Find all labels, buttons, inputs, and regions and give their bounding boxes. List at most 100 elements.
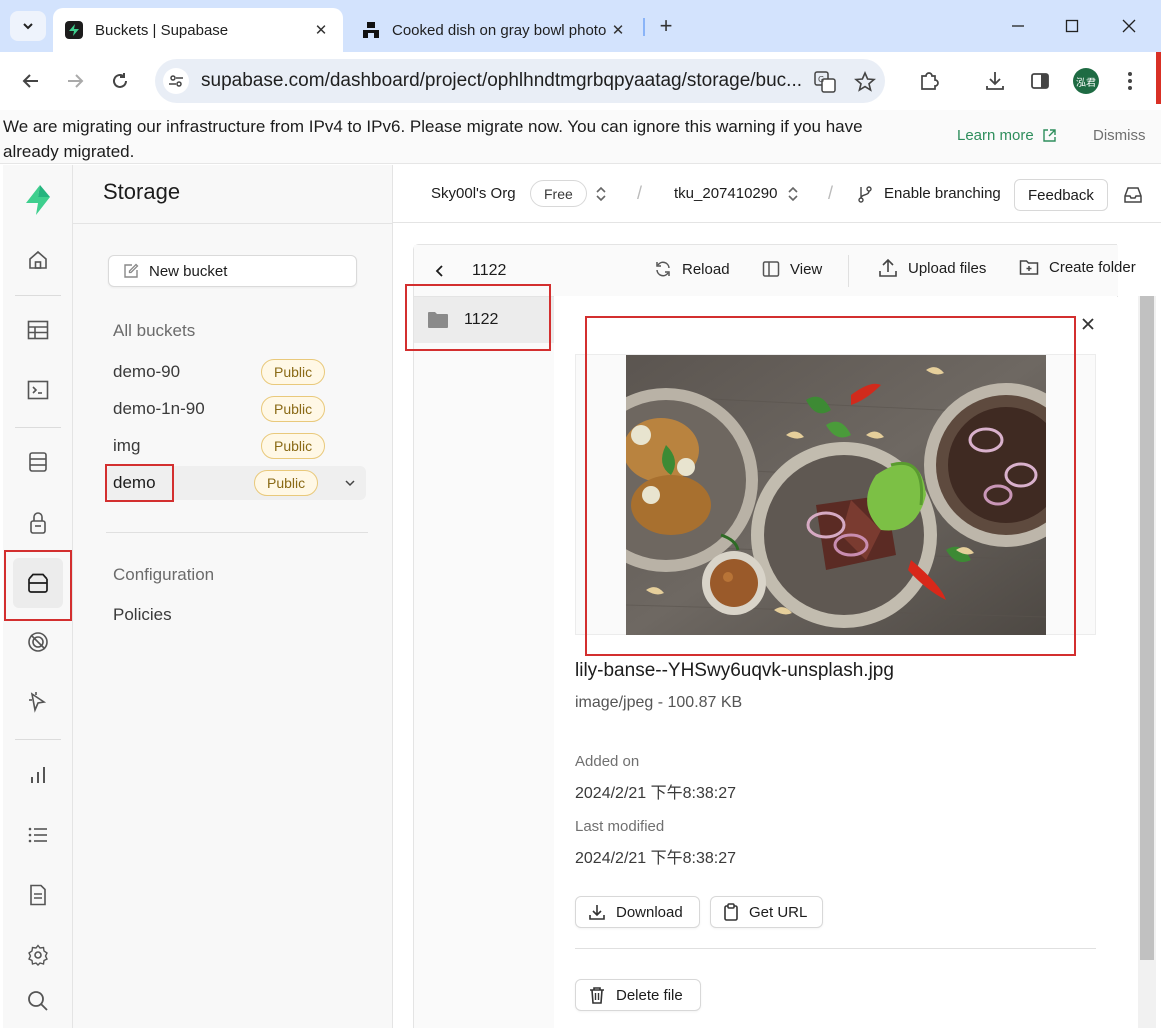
main-icon-sidebar (3, 165, 73, 1028)
close-tab-icon[interactable]: ✕ (311, 20, 331, 40)
clipboard-icon (724, 903, 738, 921)
get-url-button[interactable]: Get URL (710, 896, 823, 928)
close-icon[interactable] (1082, 318, 1094, 330)
image-preview (575, 354, 1096, 635)
download-button[interactable]: Download (575, 896, 700, 928)
chevron-down-icon (23, 23, 33, 30)
chevrons-up-down-icon[interactable] (786, 185, 800, 203)
file-name: lily-banse--YHSwy6uqvk-unsplash.jpg (575, 660, 894, 681)
sql-editor-icon[interactable] (13, 365, 63, 415)
view-button[interactable]: View (762, 260, 822, 278)
all-buckets-label: All buckets (113, 321, 196, 340)
browser-menu-icon[interactable] (1116, 67, 1144, 95)
org-name[interactable]: Sky00l's Org (431, 185, 516, 202)
get-url-label: Get URL (749, 903, 808, 921)
authentication-icon[interactable] (13, 498, 63, 548)
bookmark-star-icon[interactable] (852, 69, 878, 95)
new-bucket-button[interactable]: New bucket (108, 255, 357, 287)
folder-icon (428, 312, 448, 328)
bucket-item-demo[interactable]: demo Public (106, 466, 366, 500)
columns-icon (762, 261, 780, 277)
bucket-name: img (113, 436, 141, 455)
table-editor-icon[interactable] (13, 305, 63, 355)
tab-cooked-dish[interactable]: Cooked dish on gray bowl photo ✕ (350, 8, 640, 52)
toolbar-divider (848, 255, 849, 287)
upload-files-button[interactable]: Upload files (878, 258, 986, 278)
policies-link[interactable]: Policies (113, 605, 172, 625)
new-tab-button[interactable]: + (652, 12, 680, 40)
learn-more-link[interactable]: Learn more (957, 127, 1057, 144)
site-info-icon[interactable] (163, 68, 189, 94)
sidebar-divider (15, 427, 61, 428)
inbox-icon[interactable] (1123, 186, 1143, 204)
new-bucket-label: New bucket (149, 262, 228, 280)
search-icon[interactable] (13, 976, 63, 1026)
reports-icon[interactable] (13, 750, 63, 800)
database-icon[interactable] (13, 437, 63, 487)
explorer-header: 1122 Reload View Upload files Create fol… (414, 245, 1136, 297)
file-preview-panel: lily-banse--YHSwy6uqvk-unsplash.jpg imag… (554, 296, 1117, 1028)
unsplash-favicon-icon (362, 21, 380, 39)
window-edge (1156, 52, 1161, 104)
extensions-icon[interactable] (915, 67, 943, 95)
sidebar-divider (15, 739, 61, 740)
bucket-item-img[interactable]: img Public (106, 429, 366, 463)
chevrons-up-down-icon[interactable] (594, 185, 608, 203)
settings-gear-icon[interactable] (13, 930, 63, 980)
bucket-name: demo-1n-90 (113, 399, 205, 418)
home-icon[interactable] (13, 235, 63, 285)
tab-search-button[interactable] (10, 11, 46, 41)
last-modified-label: Last modified (575, 818, 665, 835)
bucket-name: demo (113, 473, 156, 492)
forward-button[interactable] (60, 66, 90, 96)
ipv6-warning-banner: We are migrating our infrastructure from… (0, 110, 1161, 164)
view-label: View (790, 260, 823, 278)
folder-item-1122[interactable]: 1122 (414, 297, 555, 343)
last-modified-value: 2024/2/21 下午8:38:27 (575, 850, 737, 867)
tab-buckets[interactable]: Buckets | Supabase ✕ (53, 8, 343, 52)
sidebar-divider (15, 295, 61, 296)
create-folder-button[interactable]: Create folder (1019, 258, 1136, 276)
reload-page-button[interactable] (105, 66, 135, 96)
translate-icon[interactable]: G (812, 69, 838, 95)
public-badge: Public (261, 396, 326, 422)
storage-title: Storage (103, 179, 181, 204)
banner-message: We are migrating our infrastructure from… (3, 117, 863, 161)
configuration-label: Configuration (113, 565, 215, 584)
git-branch-icon (858, 186, 872, 203)
reload-button[interactable]: Reload (654, 260, 730, 278)
bucket-item-demo-1n-90[interactable]: demo-1n-90 Public (106, 392, 366, 426)
bucket-item-demo-90[interactable]: demo-90 Public (106, 355, 366, 389)
reload-label: Reload (682, 260, 730, 278)
logs-icon[interactable] (13, 810, 63, 860)
public-badge: Public (261, 433, 326, 459)
maximize-button[interactable] (1057, 12, 1087, 40)
realtime-icon[interactable] (13, 677, 63, 727)
address-bar[interactable]: supabase.com/dashboard/project/ophlhndtm… (155, 59, 885, 103)
enable-branching-button[interactable]: Enable branching (884, 185, 1001, 202)
minimize-button[interactable] (1003, 12, 1033, 40)
dismiss-button[interactable]: Dismiss (1093, 127, 1146, 144)
bucket-name: demo-90 (113, 362, 181, 381)
svg-text:G: G (818, 75, 824, 84)
api-docs-icon[interactable] (13, 870, 63, 920)
profile-avatar[interactable]: 泓君 (1073, 68, 1099, 94)
folder-column: 1122 (414, 297, 555, 1028)
preview-scrollbar-thumb[interactable] (1140, 296, 1154, 960)
project-topbar: Sky00l's Org Free / tku_207410290 / Enab… (393, 165, 1161, 223)
chevron-down-icon[interactable] (342, 475, 358, 491)
side-panel-icon[interactable] (1026, 67, 1054, 95)
close-tab-icon[interactable]: ✕ (608, 20, 628, 40)
tab-title: Buckets | Supabase (95, 21, 229, 39)
supabase-logo-icon[interactable] (13, 175, 63, 225)
chevron-left-icon[interactable] (434, 264, 446, 278)
feedback-button[interactable]: Feedback (1014, 179, 1108, 211)
storage-icon[interactable] (13, 558, 63, 608)
close-window-button[interactable] (1114, 12, 1144, 40)
back-button[interactable] (16, 66, 46, 96)
project-name[interactable]: tku_207410290 (674, 185, 777, 202)
delete-file-button[interactable]: Delete file (575, 979, 701, 1011)
tab-separator (643, 18, 645, 36)
downloads-icon[interactable] (981, 67, 1009, 95)
edge-functions-icon[interactable] (13, 617, 63, 667)
